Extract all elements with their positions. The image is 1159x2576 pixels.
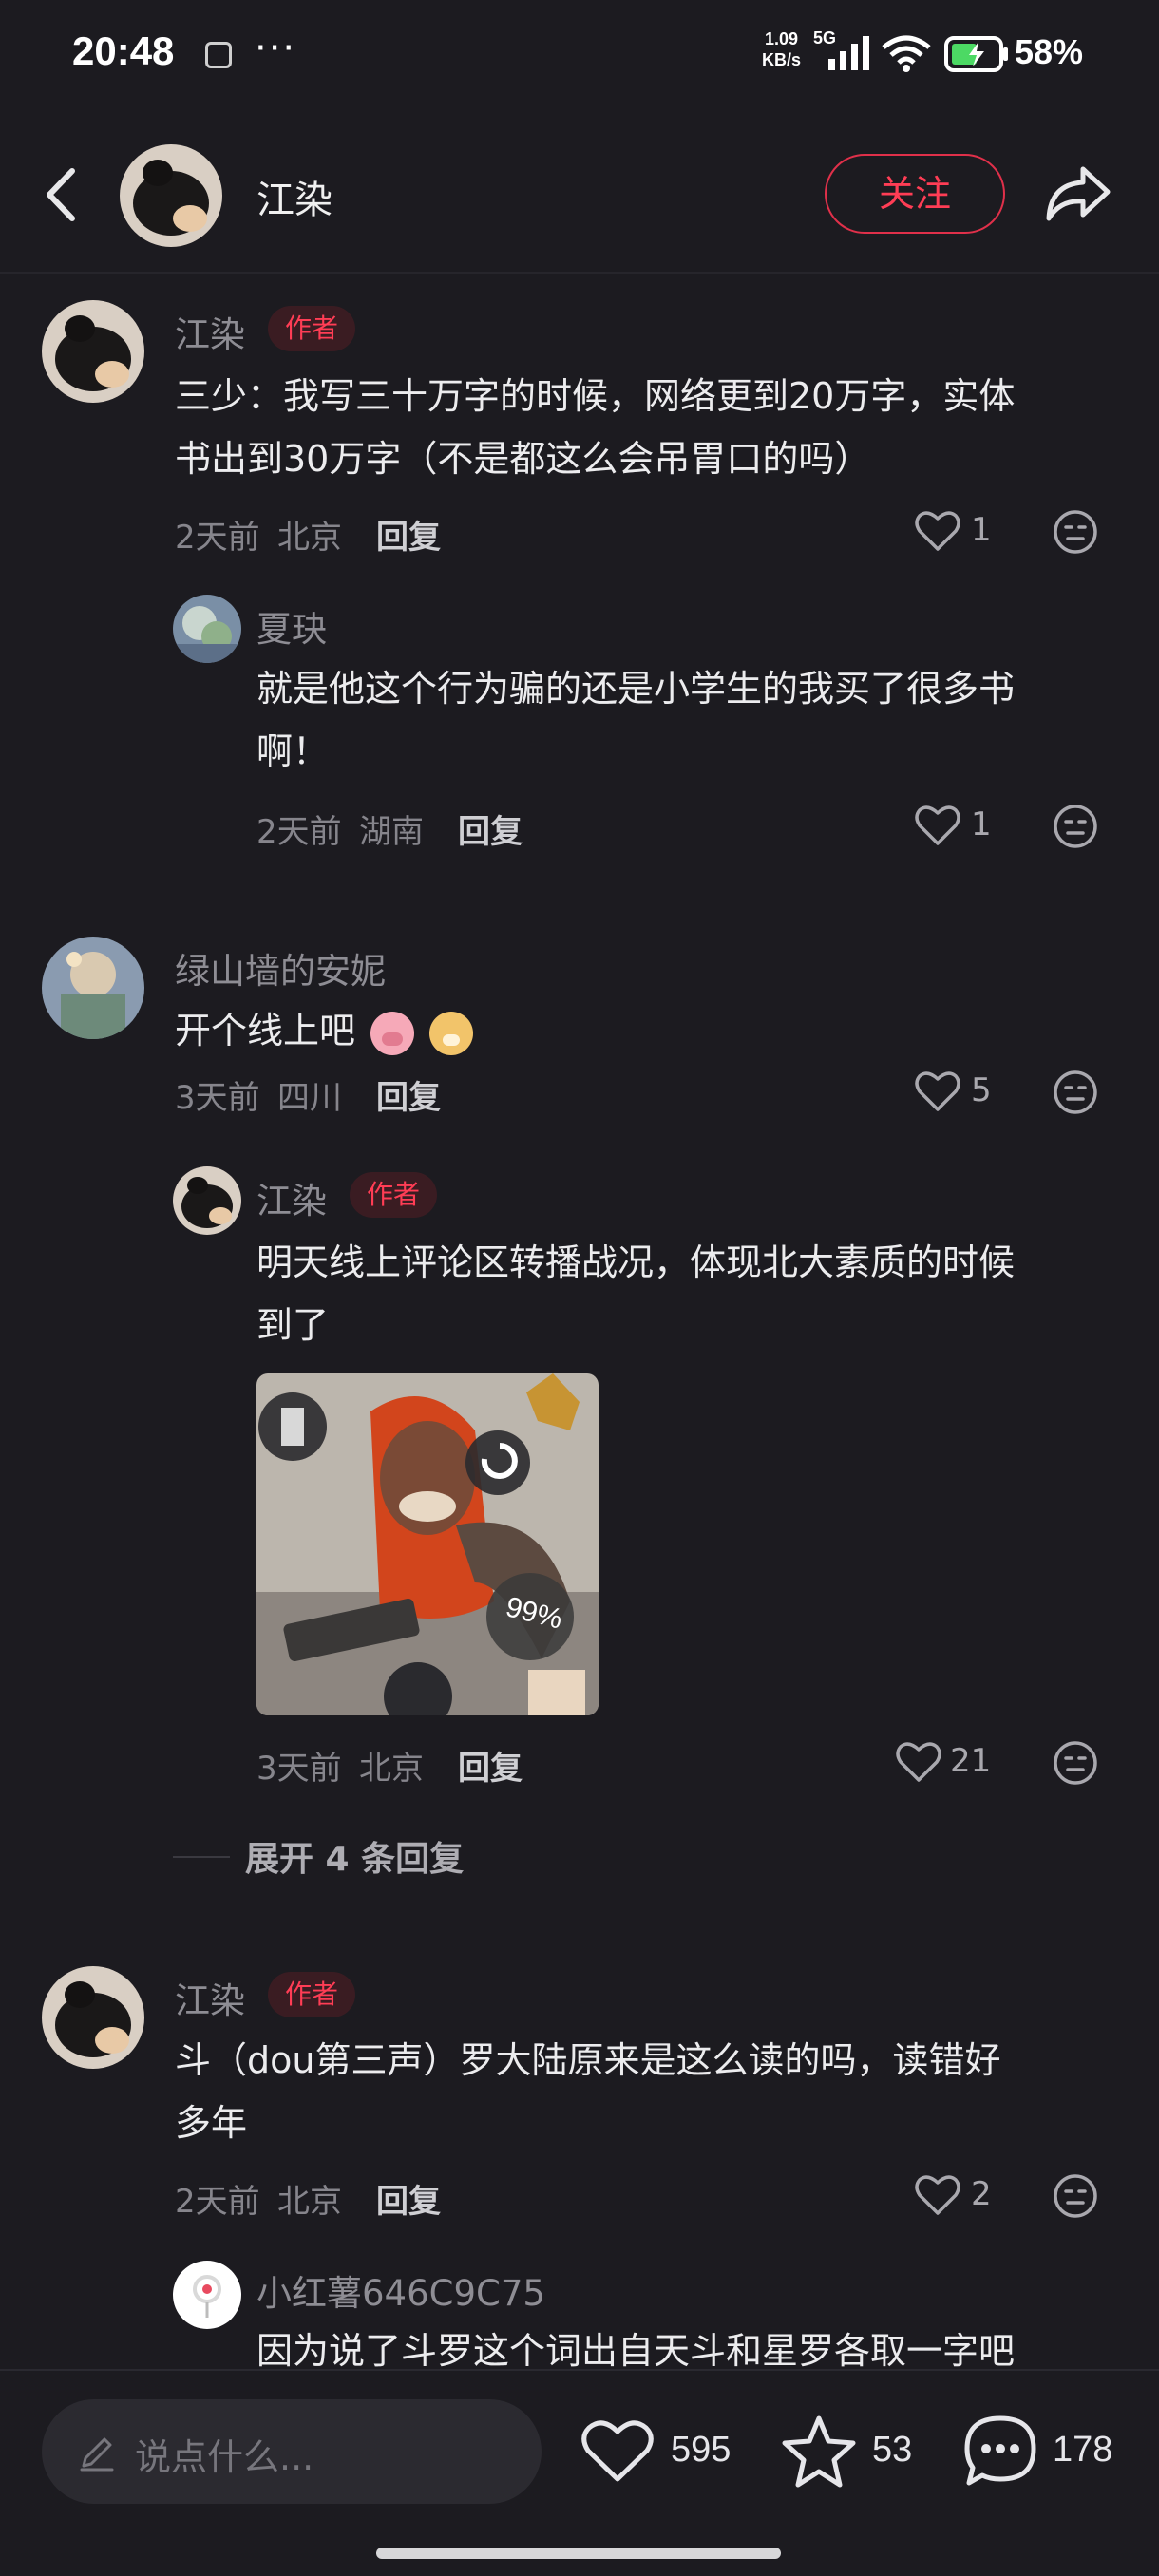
comment-text-line: 啊！ xyxy=(256,730,330,772)
avatar-image xyxy=(120,144,222,247)
status-bar: 20:48 ··· 1.09 KB/s 5G 58% xyxy=(0,0,1159,112)
author-badge: 作者 xyxy=(350,1172,438,1218)
comment-time: 3天前 xyxy=(175,1079,260,1117)
reply-button[interactable]: 回复 xyxy=(458,1742,522,1789)
comment-avatar[interactable] xyxy=(42,937,144,1039)
header-divider xyxy=(0,272,1159,274)
comment-input-placeholder: 说点什么... xyxy=(135,2436,314,2478)
avatar-image xyxy=(173,2261,241,2329)
comment-username[interactable]: 江染 xyxy=(256,1172,327,1223)
comment-username[interactable]: 小红薯646C9C75 xyxy=(256,2264,545,2316)
like-count: 1 xyxy=(971,511,992,549)
dog-face-emoji-icon xyxy=(429,1011,474,1055)
comment-avatar[interactable] xyxy=(42,1966,144,2069)
like-count: 5 xyxy=(971,1071,992,1109)
more-notifications-icon: ··· xyxy=(255,27,297,70)
comment-text: 开个线上吧 xyxy=(175,999,474,1062)
reply-avatar[interactable] xyxy=(173,595,241,663)
meme-image xyxy=(256,1373,598,1715)
avatar-image xyxy=(173,1166,241,1235)
comment-time: 2天前 xyxy=(256,813,342,851)
like-count: 21 xyxy=(950,1742,992,1780)
like-icon[interactable] xyxy=(895,1738,942,1786)
like-icon[interactable] xyxy=(914,802,961,849)
emoji-reaction-icon[interactable] xyxy=(1053,1740,1098,1786)
expand-replies-button[interactable]: 展开 4 条回复 xyxy=(245,1831,464,1881)
avatar-image xyxy=(42,937,144,1039)
author-avatar[interactable] xyxy=(120,144,222,247)
like-post-icon[interactable] xyxy=(580,2416,656,2487)
post-like-count: 595 xyxy=(671,2430,732,2470)
favorite-star-icon[interactable] xyxy=(781,2413,857,2489)
comment-text-line: 三少：我写三十万字的时候，网络更到20万字，实体 xyxy=(175,375,1016,417)
comment-location: 湖南 xyxy=(359,813,424,851)
emoji-reaction-icon[interactable] xyxy=(1053,2173,1098,2219)
avatar-image xyxy=(42,1966,144,2069)
comment-text-line: 书出到30万字（不是都这么会吊胃口的吗） xyxy=(175,438,871,480)
share-icon[interactable] xyxy=(1041,160,1113,228)
follow-button[interactable]: 关注 xyxy=(825,154,1005,234)
pig-face-emoji-icon xyxy=(370,1011,415,1055)
signal-icon xyxy=(828,36,869,70)
home-indicator[interactable] xyxy=(376,2548,781,2559)
comment-time: 2天前 xyxy=(175,519,260,557)
reply-avatar[interactable] xyxy=(173,1166,241,1235)
comment-location: 北京 xyxy=(359,1750,424,1788)
battery-icon xyxy=(944,36,1008,72)
comment-bubble-icon[interactable] xyxy=(961,2413,1039,2489)
reply-button[interactable]: 回复 xyxy=(376,1071,441,1118)
battery-percentage: 58% xyxy=(1015,32,1084,71)
pencil-icon xyxy=(80,2437,114,2472)
comment-image[interactable]: 99% xyxy=(256,1373,598,1715)
comment-location: 四川 xyxy=(277,1079,342,1117)
wifi-icon xyxy=(882,35,931,72)
emoji-reaction-icon[interactable] xyxy=(1053,1070,1098,1115)
like-count: 1 xyxy=(971,805,992,843)
like-icon[interactable] xyxy=(914,2171,961,2219)
comment-location: 北京 xyxy=(277,519,342,557)
header: 江染 关注 xyxy=(0,133,1159,256)
comment-text-line: 斗（dou第三声）罗大陆原来是这么读的吗，读错好 xyxy=(175,2039,1001,2081)
favorite-count: 53 xyxy=(872,2430,913,2470)
comment-text-line: 明天线上评论区转播战况，体现北大素质的时候 xyxy=(256,1241,1016,1283)
comment-text-line: 到了 xyxy=(256,1304,330,1346)
comment-time: 3天前 xyxy=(256,1750,342,1788)
comment-username[interactable]: 江染 xyxy=(175,1972,245,2023)
comment-time: 2天前 xyxy=(175,2183,260,2221)
comment-username[interactable]: 夏玦 xyxy=(256,600,327,652)
reply-avatar[interactable] xyxy=(173,2261,241,2329)
emoji-reaction-icon[interactable] xyxy=(1053,804,1098,849)
comment-username[interactable]: 绿山墙的安妮 xyxy=(175,942,386,994)
like-icon[interactable] xyxy=(914,1068,961,1115)
author-badge: 作者 xyxy=(268,306,356,351)
bottom-action-bar: 说点什么... 595 53 178 xyxy=(0,2369,1159,2576)
author-badge: 作者 xyxy=(268,1972,356,2017)
comment-count: 178 xyxy=(1053,2430,1113,2470)
comment-text-line: 多年 xyxy=(175,2102,248,2144)
reply-button[interactable]: 回复 xyxy=(458,805,522,852)
comment-input[interactable]: 说点什么... xyxy=(42,2399,542,2504)
reply-button[interactable]: 回复 xyxy=(376,511,441,558)
comment-text-content: 开个线上吧 xyxy=(175,1010,356,1051)
comment-text-line: 就是他这个行为骗的还是小学生的我买了很多书 xyxy=(256,668,1016,710)
comment-location: 北京 xyxy=(277,2183,342,2221)
emoji-reaction-icon[interactable] xyxy=(1053,509,1098,555)
avatar-image xyxy=(42,300,144,403)
like-count: 2 xyxy=(971,2175,992,2213)
network-speed: 1.09 KB/s xyxy=(762,28,801,70)
comment-username[interactable]: 江染 xyxy=(175,306,245,357)
expand-divider xyxy=(173,1856,230,1858)
header-username[interactable]: 江染 xyxy=(256,169,332,224)
network-speed-value: 1.09 xyxy=(764,29,799,48)
app-notification-icon xyxy=(205,42,232,68)
reply-button[interactable]: 回复 xyxy=(376,2175,441,2222)
network-speed-unit: KB/s xyxy=(762,50,802,69)
avatar-image xyxy=(173,595,241,663)
back-button[interactable] xyxy=(34,161,91,228)
like-icon[interactable] xyxy=(914,507,961,555)
comment-avatar[interactable] xyxy=(42,300,144,403)
status-time: 20:48 xyxy=(72,28,175,73)
